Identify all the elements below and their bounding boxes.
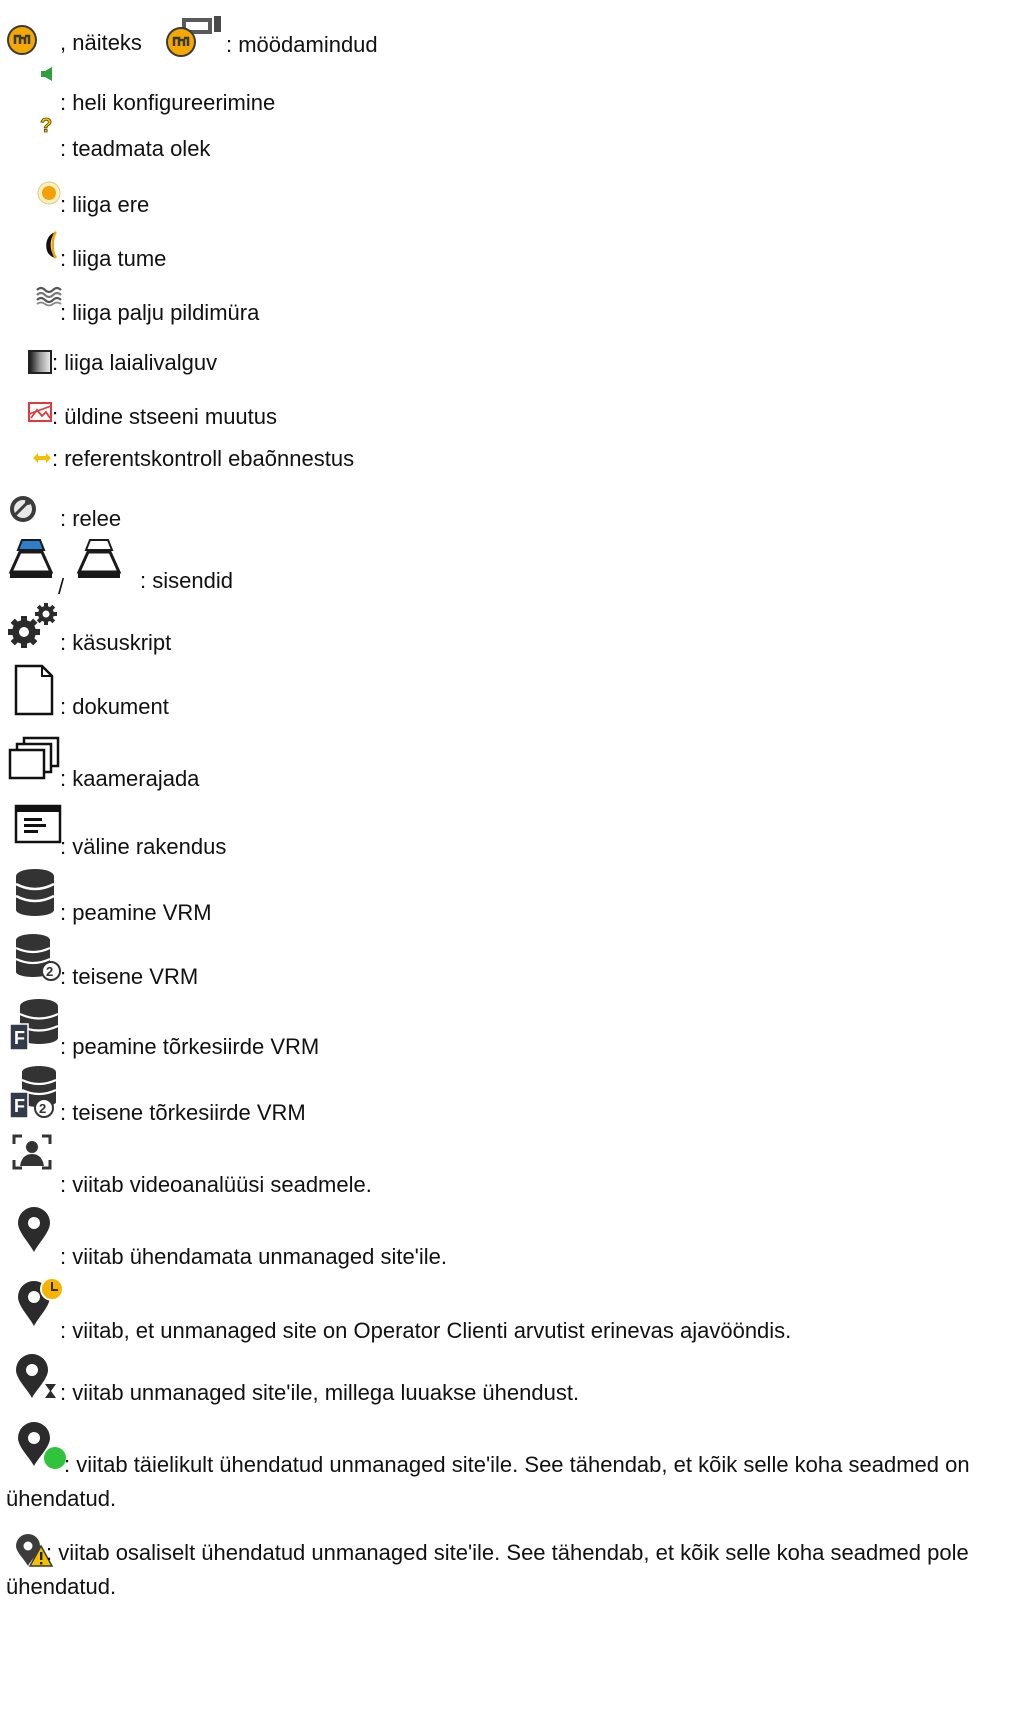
legend-item-label: : kaamerajada [60,766,200,791]
legend-item-label: : relee [60,506,122,531]
noise-waves-icon [36,286,62,307]
legend-item-label: : väline rakendus [60,834,227,859]
speaker-audio-icon [40,66,54,82]
legend-item-label: : peamine VRM [60,900,212,925]
database-secondary-failover-icon: F 2 [8,1064,64,1120]
legend-item-label: : liiga palju pildimüra [60,300,260,325]
document-icon [14,664,54,716]
legend-item-label: : viitab videoanalüüsi seadmele. [60,1172,372,1197]
legend-item-label: : peamine tõrkesiirde VRM [60,1034,320,1059]
video-analytics-icon [12,1134,52,1170]
moon-icon [38,230,60,260]
legend-item-label: : liiga laialivalguv [52,350,218,375]
scene-change-icon [28,402,52,424]
legend-item-label: : liiga tume [60,246,167,271]
map-pin-icon [16,1206,52,1254]
blur-gradient-icon [28,350,52,374]
input-inactive-icon [76,538,122,580]
legend-item-label: : teisene VRM [60,964,199,989]
legend-item-prefix: , näiteks [60,30,142,55]
svg-text:F: F [14,1096,25,1116]
svg-text:2: 2 [46,964,53,979]
database-icon [14,868,56,916]
inputs-separator: / [58,574,65,599]
legend-item-label: : referentskontroll ebaõnnestus [52,446,355,471]
legend-item-label: : möödamindud [226,32,378,57]
legend-item-label: : viitab ühendamata unmanaged site'ile. [60,1244,448,1269]
legend-item-label: : viitab, et unmanaged site on Operator … [60,1318,792,1343]
external-app-icon [14,804,62,844]
svg-text:?: ? [40,115,52,137]
legend-item-label: : sisendid [140,568,233,593]
double-arrow-icon [32,452,52,464]
database-failover-icon: F [8,998,62,1052]
bypassed-encoder-example-icon [164,14,222,58]
legend-item-label: : teadmata olek [60,136,211,161]
sun-icon [36,180,62,206]
legend-item-label: : heli konfigureerimine [60,90,276,115]
legend-item-label: : liiga ere [60,192,150,217]
legend-item-label: : viitab unmanaged site'ile, millega luu… [60,1380,580,1405]
input-active-icon [8,538,54,580]
legend-item-label: : viitab täielikult ühendatud unmanaged … [6,1452,970,1511]
legend-item-label: : üldine stseeni muutus [52,404,278,429]
camera-sequence-icon [6,736,62,780]
legend-item-label: : viitab osaliselt ühendatud unmanaged s… [6,1540,969,1599]
map-pin-hourglass-icon [14,1354,60,1402]
legend-item-label: : käsuskript [60,630,172,655]
svg-text:F: F [14,1028,25,1048]
relay-icon [8,494,38,524]
question-mark-icon: ? [38,114,56,138]
svg-text:2: 2 [39,1101,46,1116]
legend-item-label: : teisene tõrkesiirde VRM [60,1100,306,1125]
bypass-device-icon [6,24,38,56]
database-secondary-icon: 2 [14,932,62,982]
legend-item-label: : dokument [60,694,169,719]
map-pin-clock-icon [14,1276,66,1328]
gears-icon [6,600,62,650]
